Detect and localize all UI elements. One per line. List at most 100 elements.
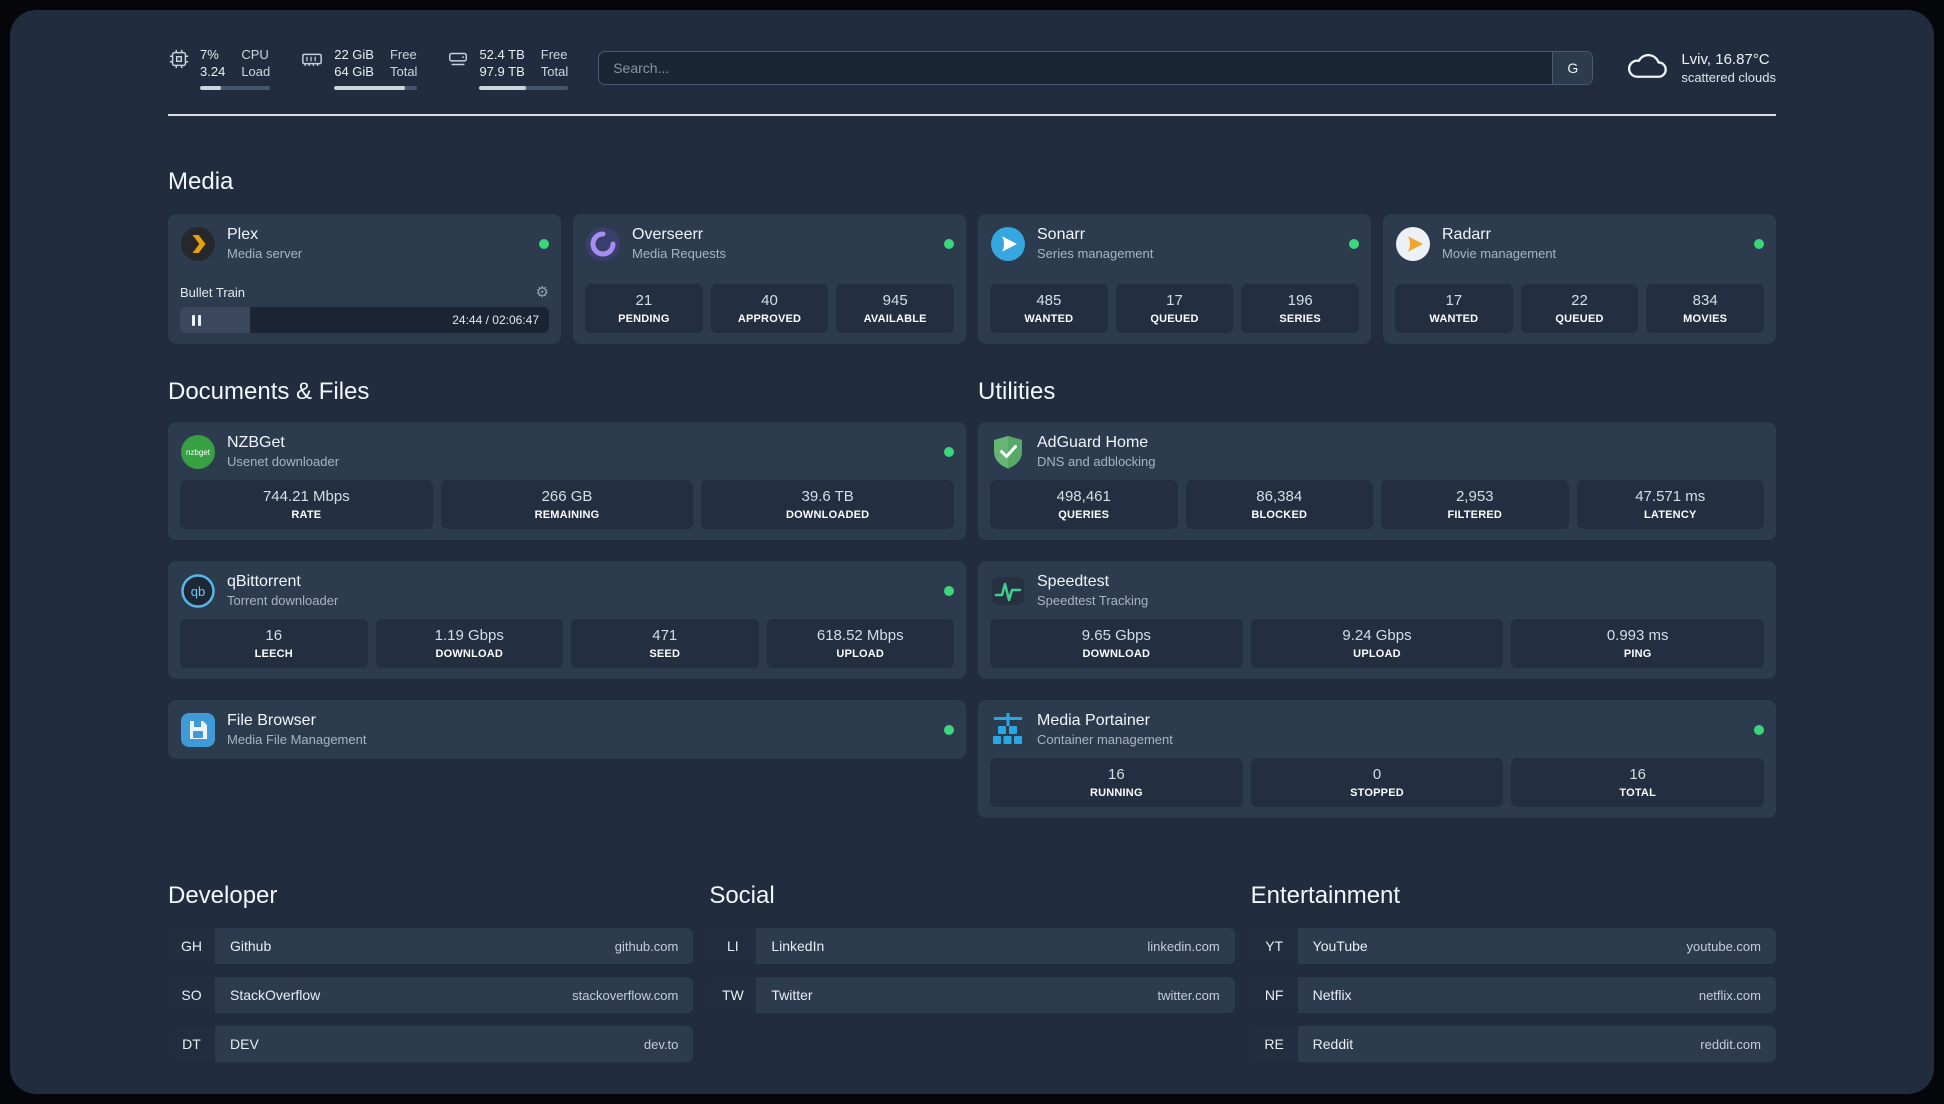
bookmark-url: dev.to — [643, 1036, 679, 1052]
stat-tile: 17 QUEUED — [1115, 284, 1234, 333]
cpu-usage-value: 7% — [200, 47, 219, 62]
cpu-load-label: Load — [241, 64, 271, 79]
stat-label: LATENCY — [1643, 509, 1697, 521]
bookmark-url: reddit.com — [1700, 1036, 1761, 1052]
section-heading-developer: Developer — [168, 882, 278, 909]
search-input[interactable] — [598, 51, 1594, 85]
stat-label: AVAILABLE — [863, 313, 927, 325]
section-heading-entertainment: Entertainment — [1250, 882, 1401, 909]
cpu-usage-label: CPU — [241, 47, 269, 62]
service-stats: 485 WANTED 17 QUEUED 196 SERIES — [990, 284, 1360, 333]
adguard-icon — [990, 434, 1026, 470]
stat-tile: 471 SEED — [571, 619, 759, 668]
service-card-filebrowser[interactable]: File Browser Media File Management — [168, 700, 966, 759]
cpu-widget: 7% 3.24 CPU Load — [168, 46, 271, 90]
service-card-radarr[interactable]: Radarr Movie management 17 WANTED 22 QUE… — [1383, 214, 1776, 344]
bookmark-abbr: TW — [709, 977, 757, 1013]
pause-button[interactable] — [190, 311, 203, 330]
stat-tile: 9.65 Gbps DOWNLOAD — [990, 619, 1243, 668]
stat-value: 21 — [635, 292, 653, 309]
bookmark-twitter[interactable]: TW Twitter twitter.com — [709, 977, 1235, 1013]
playback-progress-bar: 24:44 / 02:06:47 — [180, 307, 549, 333]
stat-value: 485 — [1036, 292, 1062, 309]
service-card-nzbget[interactable]: nzbget NZBGet Usenet downloader 744.21 M… — [168, 422, 966, 540]
stat-value: 0 — [1372, 766, 1382, 783]
stat-value: 196 — [1287, 292, 1313, 309]
stat-value: 1.19 Gbps — [434, 627, 504, 644]
section-heading-documents: Documents & Files — [168, 378, 370, 405]
stat-value: 9.65 Gbps — [1081, 627, 1151, 644]
service-stats: 744.21 Mbps RATE 266 GB REMAINING 39.6 T… — [180, 480, 955, 529]
service-card-overseerr[interactable]: Overseerr Media Requests 21 PENDING 40 A… — [573, 214, 966, 344]
service-subtitle: Media Requests — [632, 246, 726, 261]
search-engine-button[interactable]: G — [1552, 52, 1593, 84]
bookmark-abbr: YT — [1250, 928, 1298, 964]
section-heading-social: Social — [709, 882, 775, 909]
bookmark-name: YouTube — [1312, 938, 1368, 954]
stat-tile: 945 AVAILABLE — [836, 284, 955, 333]
bookmark-stackoverflow[interactable]: SO StackOverflow stackoverflow.com — [168, 977, 694, 1013]
bookmark-name: DEV — [230, 1036, 259, 1052]
service-subtitle: Media File Management — [227, 732, 367, 747]
bookmark-reddit[interactable]: RE Reddit reddit.com — [1250, 1026, 1776, 1062]
service-title: AdGuard Home — [1037, 434, 1149, 451]
bookmark-netflix[interactable]: NF Netflix netflix.com — [1250, 977, 1776, 1013]
bookmark-github[interactable]: GH Github github.com — [168, 928, 694, 964]
svg-text:nzbget: nzbget — [186, 448, 211, 457]
bookmark-abbr: NF — [1250, 977, 1298, 1013]
service-card-qbittorrent[interactable]: qb qBittorrent Torrent downloader 16 LEE… — [168, 561, 966, 679]
bookmark-name: LinkedIn — [771, 938, 825, 954]
qbittorrent-icon: qb — [180, 573, 216, 609]
service-card-adguard[interactable]: AdGuard Home DNS and adblocking 498,461 … — [978, 422, 1776, 540]
bookmark-group-social: Social LI LinkedIn linkedin.com TW Twitt… — [709, 882, 1235, 1062]
stat-label: RATE — [291, 509, 322, 521]
service-card-sonarr[interactable]: Sonarr Series management 485 WANTED 17 Q… — [978, 214, 1371, 344]
stat-tile: 485 WANTED — [990, 284, 1108, 333]
bookmark-dev[interactable]: DT DEV dev.to — [168, 1026, 694, 1062]
overseerr-icon — [585, 226, 621, 262]
status-dot — [944, 446, 954, 457]
stat-tile: 22 QUEUED — [1520, 284, 1639, 333]
stat-tile: 16 LEECH — [180, 619, 368, 668]
status-dot — [944, 724, 954, 735]
bookmark-youtube[interactable]: YT YouTube youtube.com — [1250, 928, 1776, 964]
stat-tile: 618.52 Mbps UPLOAD — [766, 619, 954, 668]
stat-label: SERIES — [1279, 313, 1321, 325]
bookmark-abbr: LI — [709, 928, 757, 964]
service-title: Overseerr — [632, 226, 704, 243]
status-dot — [539, 238, 549, 249]
bookmark-linkedin[interactable]: LI LinkedIn linkedin.com — [709, 928, 1235, 964]
bookmark-abbr: DT — [168, 1026, 215, 1062]
bookmark-name: Twitter — [771, 987, 813, 1003]
service-card-plex[interactable]: Plex Media server Bullet Train ⚙ 24:44 /… — [168, 214, 561, 344]
stat-label: PING — [1623, 648, 1652, 660]
stat-tile: 498,461 QUERIES — [990, 480, 1178, 529]
stat-value: 86,384 — [1256, 488, 1303, 505]
service-stats: 17 WANTED 22 QUEUED 834 MOVIES — [1395, 284, 1765, 333]
stat-label: QUEUED — [1555, 313, 1604, 325]
portainer-icon — [990, 712, 1026, 748]
memory-total-value: 64 GiB — [334, 64, 374, 79]
stat-label: WANTED — [1429, 313, 1479, 325]
service-card-portainer[interactable]: Media Portainer Container management 16 … — [978, 700, 1776, 818]
service-subtitle: Speedtest Tracking — [1037, 593, 1149, 608]
service-card-speedtest[interactable]: Speedtest Speedtest Tracking 9.65 Gbps D… — [978, 561, 1776, 679]
stat-value: 22 — [1571, 292, 1588, 309]
memory-usage-bar — [334, 86, 418, 90]
status-dot — [944, 585, 954, 596]
filebrowser-icon — [180, 712, 216, 748]
stat-value: 17 — [1166, 292, 1183, 309]
stat-label: DOWNLOAD — [435, 648, 504, 660]
stat-label: REMAINING — [534, 509, 600, 521]
player-settings-icon[interactable]: ⚙ — [536, 285, 549, 300]
stat-value: 2,953 — [1455, 488, 1494, 505]
stat-value: 16 — [265, 627, 283, 644]
memory-free-value: 22 GiB — [334, 47, 374, 62]
bookmark-name: Netflix — [1312, 987, 1352, 1003]
stat-tile: 0 STOPPED — [1250, 758, 1504, 807]
stat-value: 266 GB — [541, 488, 593, 505]
stat-tile: 21 PENDING — [585, 284, 703, 333]
disk-usage-bar — [479, 86, 569, 90]
section-heading-media: Media — [168, 168, 234, 195]
stat-value: 498,461 — [1056, 488, 1111, 505]
